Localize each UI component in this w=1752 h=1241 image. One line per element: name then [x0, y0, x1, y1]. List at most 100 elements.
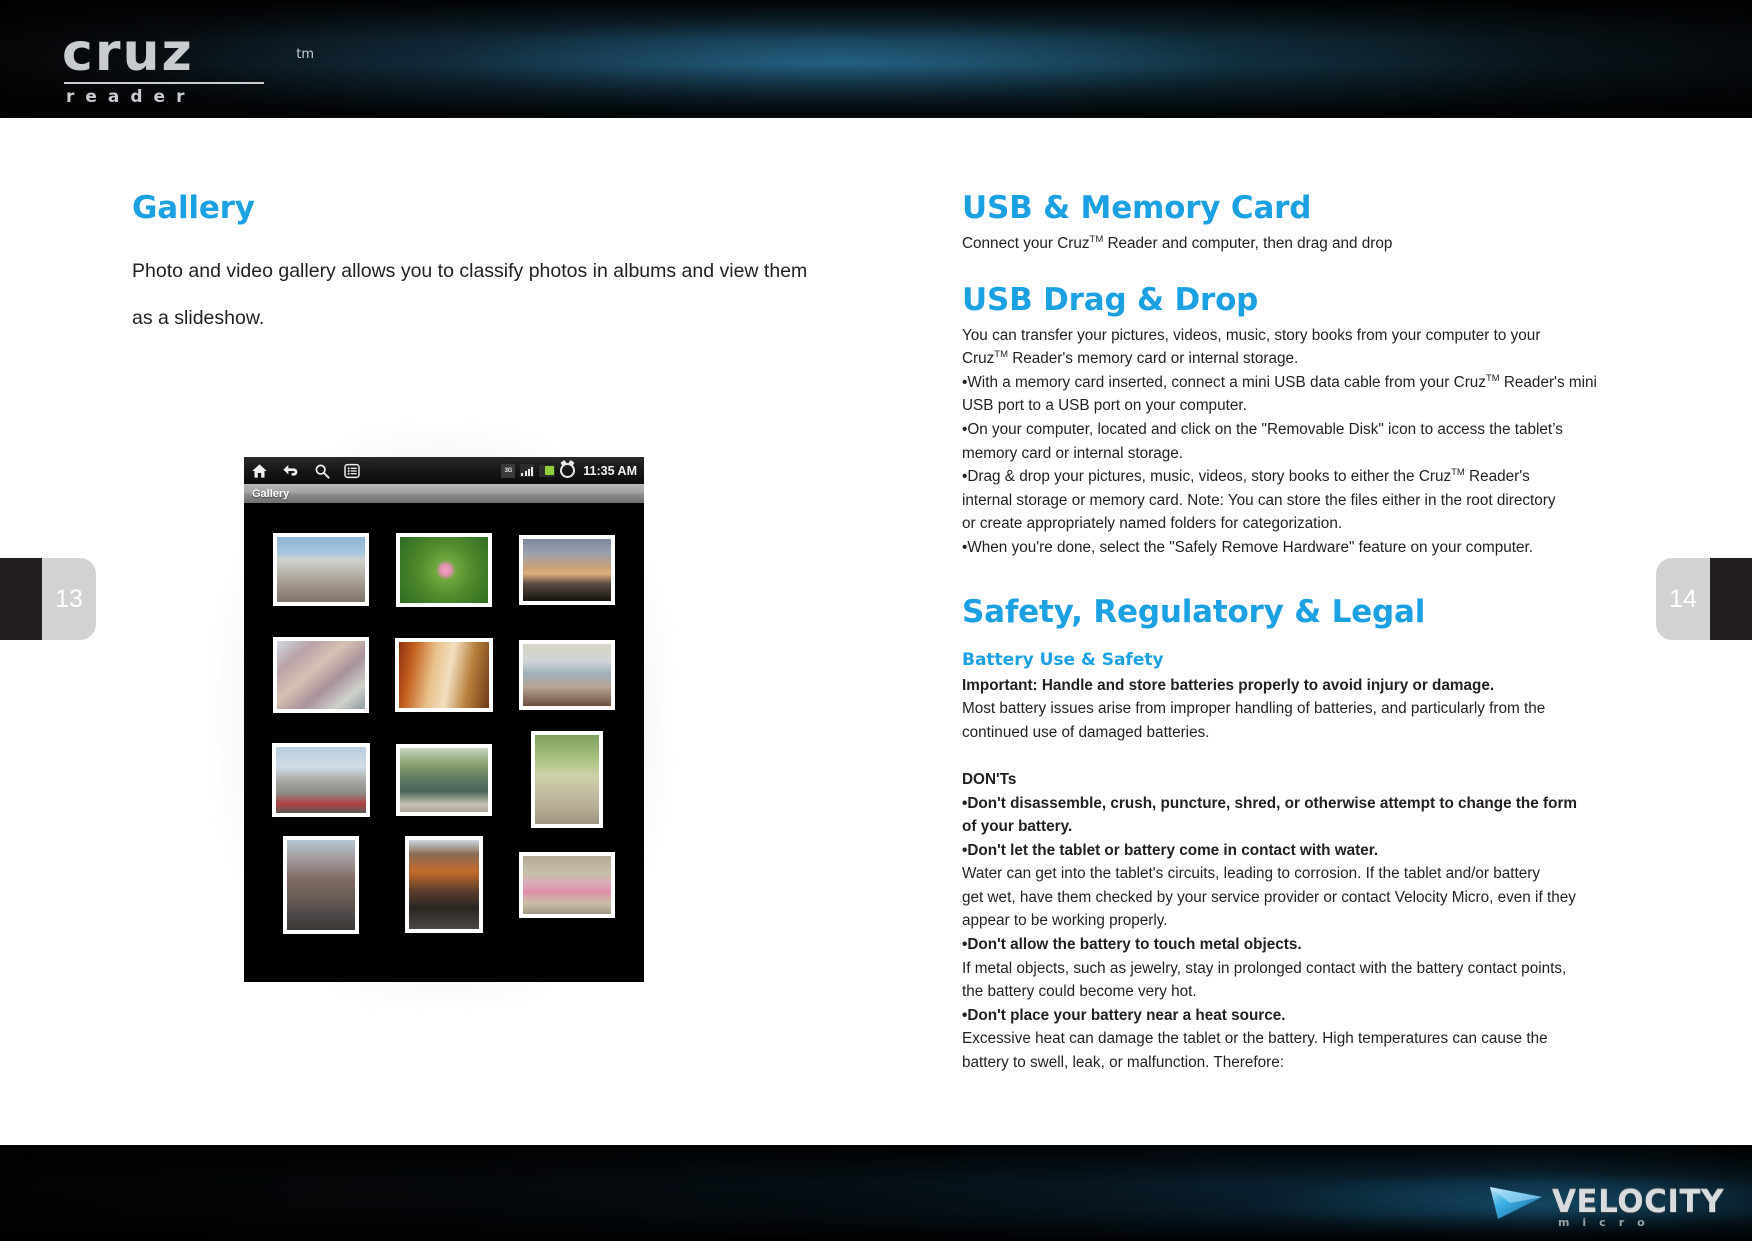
dd-b3-post: Reader's [1464, 468, 1530, 486]
dont-4-body-line-2: battery to swell, leak, or malfunction. … [962, 1054, 1284, 1072]
thumbnail-cinema-corner [408, 840, 479, 929]
dont-3: •Don't allow the battery to touch metal … [962, 936, 1302, 954]
search-icon[interactable] [314, 463, 330, 479]
sd-card-icon [539, 464, 556, 477]
page-number-right: 14 [1656, 558, 1710, 640]
gallery-thumbnail-grid [244, 503, 644, 951]
usb-drag-drop-body: You can transfer your pictures, videos, … [962, 324, 1662, 560]
back-icon[interactable] [282, 463, 300, 479]
thumbnail-street-decorations [276, 746, 367, 813]
usb-drag-drop-heading: USB Drag & Drop [962, 281, 1259, 318]
trademark-icon: TM [1451, 467, 1465, 479]
status-bar-nav-icons [251, 463, 360, 479]
dd-bullet-4: •When you're done, select the "Safely Re… [962, 538, 1533, 556]
donts-heading: DON'Ts [962, 770, 1017, 788]
dd-intro-line-2: CruzTM Reader's memory card or internal … [962, 347, 1662, 371]
alarm-clock-icon [560, 463, 576, 478]
page-tab-right: 14 [1656, 558, 1752, 640]
network-3g-icon: 3G [501, 463, 516, 478]
dont-1-line-1: •Don't disassemble, crush, puncture, shr… [962, 794, 1578, 812]
dd-intro-line-1: You can transfer your pictures, videos, … [962, 326, 1541, 344]
status-bar-indicators: 3G 11:35 AM [501, 457, 637, 484]
gallery-thumbnail[interactable] [273, 533, 370, 606]
safety-body: Important: Handle and store batteries pr… [962, 674, 1662, 1075]
gallery-thumbnail[interactable] [394, 637, 493, 712]
logo-subtext: reader [66, 87, 196, 107]
velocity-sub-text: micro [1557, 1215, 1658, 1229]
dont-4: •Don't place your battery near a heat so… [962, 1006, 1286, 1024]
usb-memory-line-pre: Connect your Cruz [962, 235, 1090, 252]
velocity-main-text: VELOCITY [1551, 1183, 1724, 1220]
logo-wordmark: cruz TM [62, 23, 314, 83]
dont-2-body-line-3: appear to be working properly. [962, 912, 1168, 930]
dont-2-body-line-1: Water can get into the tablet's circuits… [962, 865, 1540, 883]
gallery-thumbnail[interactable] [273, 636, 370, 713]
thumbnail-tree-lined-alley [534, 735, 599, 824]
gallery-thumbnail[interactable] [395, 532, 492, 607]
trademark-icon: TM [1089, 233, 1104, 245]
dd-bullet-3-line-1: •Drag & drop your pictures, music, video… [962, 465, 1662, 489]
tablet-screen: 3G 11:35 AM Gallery [244, 457, 644, 982]
cruz-reader-logo: cruz TM reader [62, 23, 314, 107]
safety-important: Important: Handle and store batteries pr… [962, 676, 1495, 694]
thumbnail-sunset-skyline [522, 538, 611, 601]
battery-use-safety-subheading: Battery Use & Safety [962, 649, 1164, 670]
dont-3-body-line-2: the battery could become very hot. [962, 983, 1197, 1001]
home-icon[interactable] [251, 463, 268, 479]
dd-bullet-1-line-1: •With a memory card inserted, connect a … [962, 371, 1662, 395]
dd-intro-pre: Cruz [962, 350, 995, 368]
right-column: USB & Memory Card Connect your CruzTM Re… [962, 190, 1662, 1075]
gallery-thumbnail[interactable] [395, 743, 492, 816]
dd-bullet-3-line-2: internal storage or memory card. Note: Y… [962, 491, 1556, 509]
dd-bullet-3-line-3: or create appropriately named folders fo… [962, 515, 1343, 533]
velocity-arrow-icon [1489, 1187, 1542, 1219]
dd-b1-post: Reader's mini [1499, 373, 1597, 391]
gallery-thumbnail[interactable] [518, 851, 615, 918]
safety-p1-line-2: continued use of damaged batteries. [962, 723, 1210, 741]
page-tab-left-dark-block [0, 558, 42, 640]
gallery-description: Photo and video gallery allows you to cl… [132, 260, 808, 329]
usb-memory-card-heading: USB & Memory Card [962, 190, 1312, 226]
gallery-title-bar: Gallery [244, 484, 644, 503]
velocity-micro-logo: VELOCITY micro [1488, 1183, 1724, 1228]
page-tab-right-dark-block [1710, 558, 1752, 640]
dd-b3-pre: •Drag & drop your pictures, music, video… [962, 468, 1452, 486]
gallery-thumbnail[interactable] [272, 742, 371, 817]
velocity-wordmark: VELOCITY micro [1551, 1183, 1724, 1228]
dd-bullet-1-line-2: USB port to a USB port on your computer. [962, 397, 1247, 415]
thumbnail-city-street [287, 839, 356, 930]
trademark-icon: TM [994, 349, 1008, 361]
tablet-screenshot: 3G 11:35 AM Gallery [218, 432, 666, 1002]
page-number-left: 13 [42, 558, 96, 640]
safety-heading: Safety, Regulatory & Legal [962, 593, 1426, 630]
gallery-heading: Gallery [132, 190, 255, 226]
gallery-thumbnail[interactable] [283, 835, 360, 934]
header-banner: cruz TM reader [0, 0, 1752, 118]
usb-memory-card-line: Connect your CruzTM Reader and computer,… [962, 232, 1662, 256]
thumbnail-temple-facade [277, 640, 366, 709]
safety-blank-line [962, 744, 1662, 768]
gallery-thumbnail[interactable] [530, 731, 603, 828]
footer-banner: VELOCITY micro [0, 1145, 1752, 1241]
dont-2-body-line-2: get wet, have them checked by your servi… [962, 888, 1576, 906]
signal-bars-icon [520, 464, 535, 477]
dd-intro-post: Reader's memory card or internal storage… [1007, 350, 1299, 368]
manual-page: cruz TM reader 13 14 Gallery Photo and v… [0, 0, 1752, 1241]
thumbnail-rooftop-view [277, 537, 366, 602]
dd-b1-pre: •With a memory card inserted, connect a … [962, 373, 1486, 391]
thumbnail-room-interior [398, 641, 489, 708]
thumbnail-lotus-flower [399, 536, 488, 603]
gallery-thumbnail[interactable] [518, 534, 615, 605]
gallery-thumbnail[interactable] [518, 639, 615, 710]
thumbnail-cafe-terrace [522, 855, 611, 914]
dd-bullet-2-line-1: •On your computer, located and click on … [962, 420, 1563, 438]
status-bar-clock: 11:35 AM [583, 463, 637, 478]
gallery-thumbnail[interactable] [404, 836, 483, 933]
usb-memory-card-body: Connect your CruzTM Reader and computer,… [962, 232, 1662, 256]
dont-1-line-2: of your battery. [962, 818, 1073, 836]
page-tab-left: 13 [0, 558, 96, 640]
safety-p1-line-1: Most battery issues arise from improper … [962, 700, 1546, 718]
menu-icon[interactable] [344, 463, 360, 479]
left-column: Gallery Photo and video gallery allows y… [132, 190, 832, 342]
android-status-bar: 3G 11:35 AM [244, 457, 644, 484]
